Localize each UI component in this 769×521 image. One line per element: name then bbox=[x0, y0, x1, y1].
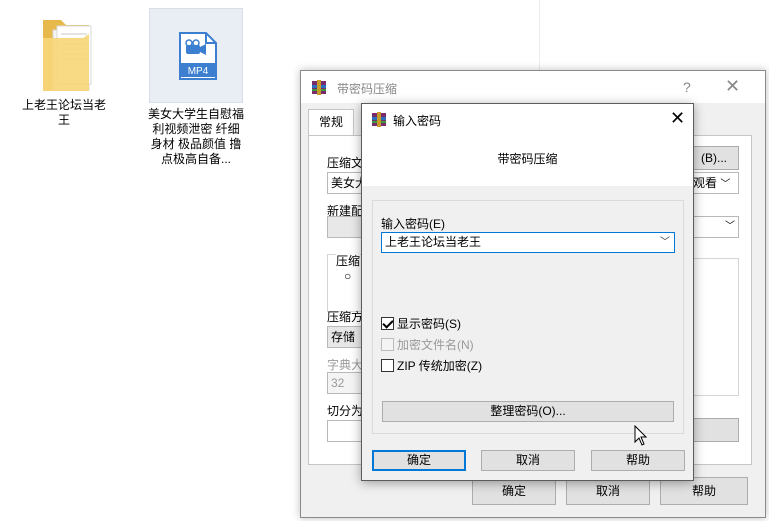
ok-button[interactable]: 确定 bbox=[372, 450, 466, 471]
folder-icon bbox=[43, 20, 92, 91]
update-mode-select[interactable]: 观看 ﹀ bbox=[689, 172, 739, 194]
password-value: 上老王论坛当老王 bbox=[385, 235, 482, 249]
chevron-down-icon[interactable]: ﹀ bbox=[660, 233, 670, 252]
archive-titlebar: 带密码压缩 ? ✕ bbox=[301, 71, 765, 103]
mp4-label: 美女大学生自慰福利视频泄密 纤细身材 极品颜值 撸点极高自备... bbox=[148, 107, 245, 166]
folder-label: 上老王论坛当老王 bbox=[22, 98, 107, 127]
archive-name-field[interactable]: 美女大 bbox=[327, 172, 365, 194]
split-label: 切分为 bbox=[327, 404, 364, 418]
chevron-down-icon: ﹀ bbox=[725, 221, 735, 232]
dialog-header: 带密码压缩 bbox=[362, 134, 693, 186]
profile-field[interactable] bbox=[327, 216, 363, 238]
options-group bbox=[689, 258, 739, 396]
mp4-tile: MP4 bbox=[149, 8, 243, 103]
help-button[interactable]: 帮助 bbox=[591, 450, 685, 471]
checkbox-disabled bbox=[381, 338, 394, 351]
dict-field[interactable]: 32 bbox=[327, 372, 365, 394]
organize-passwords-button[interactable]: 整理密码(O)... bbox=[382, 401, 674, 422]
help-icon[interactable]: ? bbox=[683, 79, 691, 95]
winrar-icon bbox=[372, 112, 386, 127]
divider bbox=[539, 0, 540, 70]
back-panel-button[interactable] bbox=[689, 418, 739, 442]
archive-name-label: 压缩文 bbox=[327, 156, 364, 170]
dialog-header-text: 带密码压缩 bbox=[497, 152, 558, 166]
close-icon[interactable]: ✕ bbox=[725, 76, 740, 97]
password-label: 输入密码(E) bbox=[381, 217, 445, 231]
cancel-button[interactable]: 取消 bbox=[481, 450, 575, 471]
desktop: 上老王论坛当老王 MP4 美女大学生自慰福利视频泄密 纤细身材 极品颜值 撸点极… bbox=[0, 0, 769, 521]
method-label: 压缩方 bbox=[327, 310, 364, 324]
desktop-mp4-file[interactable]: MP4 美女大学生自慰福利视频泄密 纤细身材 极品颜值 撸点极高自备... bbox=[148, 8, 244, 167]
format-label: 压缩 bbox=[336, 252, 361, 269]
encrypt-names-checkbox: 加密文件名(N) bbox=[381, 338, 474, 354]
dialog-title: 输入密码 bbox=[393, 114, 442, 128]
mouse-cursor-icon bbox=[634, 425, 648, 446]
show-password-label: 显示密码(S) bbox=[397, 317, 461, 331]
chevron-down-icon: ﹀ bbox=[720, 179, 731, 190]
back-cancel-button[interactable]: 取消 bbox=[566, 477, 650, 505]
mp4-badge: MP4 bbox=[188, 66, 209, 77]
checkbox-unchecked[interactable] bbox=[381, 359, 394, 372]
split-field[interactable] bbox=[327, 420, 365, 442]
back-ok-button[interactable]: 确定 bbox=[472, 477, 556, 505]
method-field[interactable]: 存储 bbox=[327, 326, 365, 348]
update-mode-value: 观看 bbox=[693, 176, 718, 190]
checkbox-checked[interactable] bbox=[381, 317, 394, 330]
browse-button[interactable]: (B)... bbox=[689, 146, 739, 170]
archive-title: 带密码压缩 bbox=[337, 82, 398, 96]
close-icon[interactable]: ✕ bbox=[670, 108, 685, 129]
format-radio[interactable]: ○ bbox=[344, 269, 351, 283]
show-password-checkbox[interactable]: 显示密码(S) bbox=[381, 317, 461, 333]
dialog-titlebar: 输入密码 ✕ bbox=[362, 104, 693, 134]
zip-legacy-checkbox[interactable]: ZIP 传统加密(Z) bbox=[381, 359, 482, 375]
tab-general[interactable]: 常规 bbox=[308, 109, 354, 136]
password-input[interactable]: 上老王论坛当老王 ﹀ bbox=[381, 232, 675, 253]
winrar-icon bbox=[312, 80, 326, 95]
video-file-icon: MP4 bbox=[179, 32, 217, 80]
dict-label: 字典大 bbox=[327, 358, 364, 372]
zip-legacy-label: ZIP 传统加密(Z) bbox=[397, 359, 483, 373]
encrypt-names-label: 加密文件名(N) bbox=[397, 338, 474, 352]
profile-select[interactable]: ﹀ bbox=[689, 216, 739, 238]
desktop-folder[interactable]: 上老王论坛当老王 bbox=[14, 8, 114, 128]
back-help-button[interactable]: 帮助 bbox=[660, 477, 748, 505]
